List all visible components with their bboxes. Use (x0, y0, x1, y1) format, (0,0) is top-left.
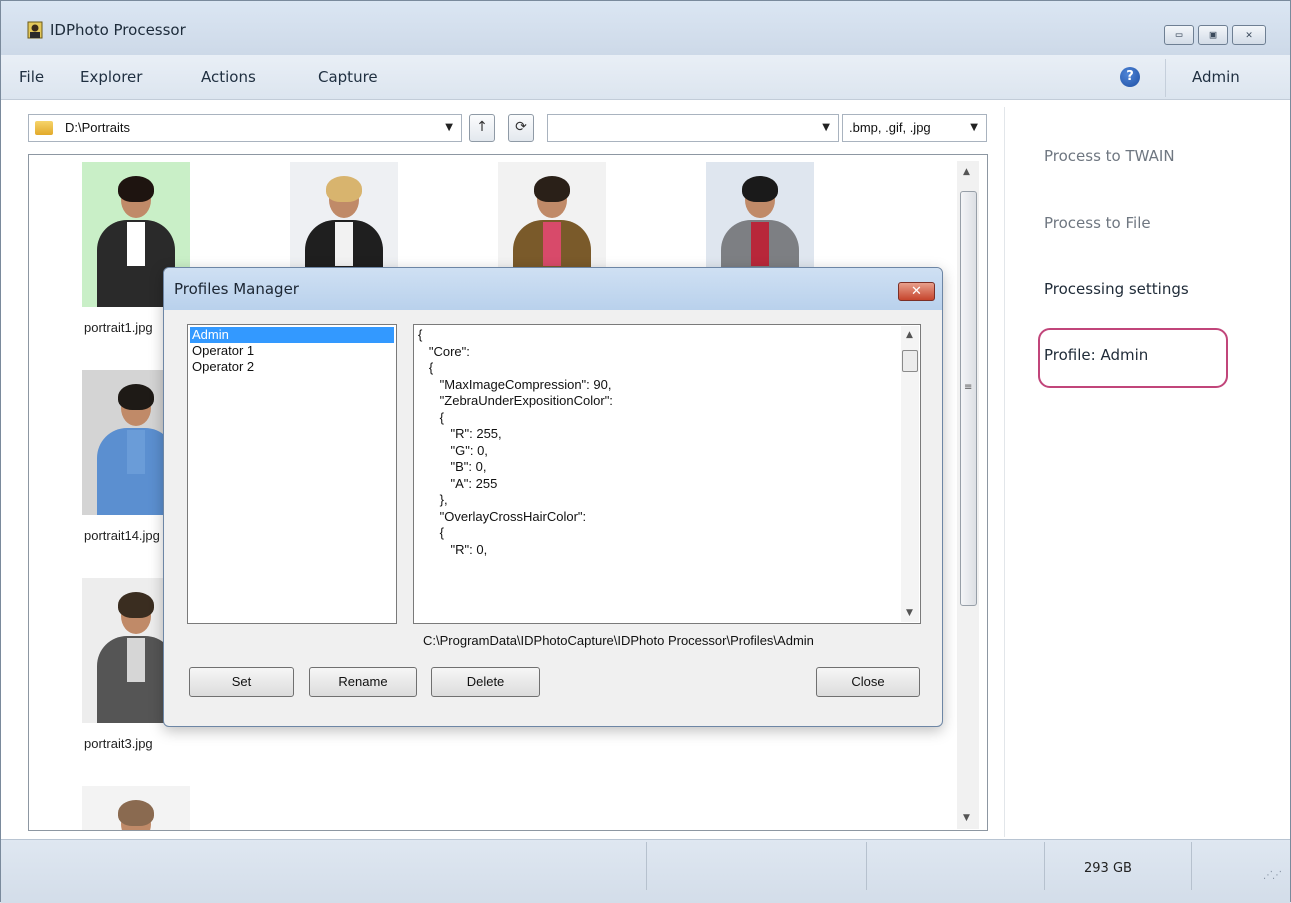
dialog-title: Profiles Manager (174, 280, 299, 298)
processing-settings-link[interactable]: Processing settings (1044, 280, 1189, 298)
portrait-hair (118, 176, 154, 202)
profile-path: C:\ProgramData\IDPhotoCapture\IDPhoto Pr… (423, 633, 814, 648)
profile-link[interactable]: Profile: Admin (1044, 346, 1148, 364)
dialog-close-icon[interactable]: ✕ (898, 282, 935, 301)
menu-divider (1165, 59, 1166, 97)
dialog-title-bar: Profiles Manager ✕ (164, 268, 942, 310)
filter-combo[interactable]: ▼ (547, 114, 839, 142)
json-scrollbar[interactable]: ▲ ▼ (901, 326, 919, 622)
portrait-shirt (127, 222, 145, 266)
scroll-down-icon[interactable]: ▼ (906, 608, 913, 618)
portrait-hair (118, 384, 154, 410)
portrait-hair (534, 176, 570, 202)
path-value: D:\Portraits (65, 120, 131, 135)
scroll-up-icon[interactable]: ▲ (906, 330, 913, 340)
scroll-down-icon[interactable]: ▼ (963, 813, 970, 823)
chevron-down-icon[interactable]: ▼ (970, 122, 978, 133)
scroll-up-icon[interactable]: ▲ (963, 167, 970, 177)
thumbnail-label: portrait14.jpg (84, 528, 160, 543)
portrait-shirt (751, 222, 769, 266)
profile-list[interactable]: Admin Operator 1 Operator 2 (187, 324, 397, 624)
user-menu[interactable]: Admin (1192, 68, 1240, 86)
menu-capture[interactable]: Capture (318, 68, 378, 86)
delete-button[interactable]: Delete (431, 667, 540, 697)
minimize-button[interactable]: ▭ (1164, 25, 1194, 45)
chevron-down-icon[interactable]: ▼ (822, 122, 830, 133)
portrait-hair (118, 592, 154, 618)
profile-json-text: { "Core": { "MaxImageCompression": 90, "… (418, 327, 613, 557)
portrait-hair (326, 176, 362, 202)
extension-value: .bmp, .gif, .jpg (849, 120, 931, 135)
portrait-shirt (543, 222, 561, 266)
up-folder-button[interactable]: ↑ (469, 114, 495, 142)
folder-icon (35, 121, 53, 135)
window-title: IDPhoto Processor (50, 21, 186, 39)
thumbnail-image[interactable] (82, 786, 190, 830)
menu-file[interactable]: File (19, 68, 44, 86)
profile-list-item-admin[interactable]: Admin (190, 327, 394, 343)
portrait-shirt (127, 430, 145, 474)
thumbnail-label: portrait1.jpg (84, 320, 153, 335)
portrait-hair (742, 176, 778, 202)
set-button[interactable]: Set (189, 667, 294, 697)
close-button[interactable]: Close (816, 667, 920, 697)
panel-divider (1004, 107, 1005, 837)
json-scrollbar-thumb[interactable] (902, 350, 918, 372)
title-bar: IDPhoto Processor ▭ ▣ ✕ (1, 1, 1290, 55)
menu-explorer[interactable]: Explorer (80, 68, 142, 86)
profile-json-editor[interactable]: { "Core": { "MaxImageCompression": 90, "… (413, 324, 921, 624)
app-window: IDPhoto Processor ▭ ▣ ✕ File Explorer Ac… (0, 0, 1291, 903)
chevron-down-icon[interactable]: ▼ (445, 122, 453, 133)
dialog-body: Admin Operator 1 Operator 2 { "Core": { … (169, 310, 937, 722)
close-window-button[interactable]: ✕ (1232, 25, 1266, 45)
profiles-manager-dialog: Profiles Manager ✕ Admin Operator 1 Oper… (163, 267, 943, 727)
thumbnail-label: portrait3.jpg (84, 736, 153, 751)
status-divider (866, 842, 867, 890)
status-bar: 293 GB ⋰⋰ (1, 839, 1290, 903)
grip-icon: ≡ (964, 382, 973, 393)
menu-bar: File Explorer Actions Capture (1, 55, 1290, 100)
disk-free-status: 293 GB (1084, 861, 1132, 876)
app-icon (27, 21, 43, 39)
process-to-twain-link[interactable]: Process to TWAIN (1044, 147, 1175, 165)
status-divider (1191, 842, 1192, 890)
portrait-shirt (335, 222, 353, 266)
refresh-button[interactable]: ⟳ (508, 114, 534, 142)
portrait-hair (118, 800, 154, 826)
resize-grip-icon[interactable]: ⋰⋰ (1263, 870, 1282, 881)
maximize-button[interactable]: ▣ (1198, 25, 1228, 45)
thumbnail-scrollbar[interactable]: ▲ ≡ ▼ (957, 161, 979, 829)
profile-list-item-operator-2[interactable]: Operator 2 (190, 359, 394, 375)
status-divider (646, 842, 647, 890)
portrait-shirt (127, 638, 145, 682)
profile-list-item-operator-1[interactable]: Operator 1 (190, 343, 394, 359)
status-divider (1044, 842, 1045, 890)
extension-combo[interactable]: .bmp, .gif, .jpg ▼ (842, 114, 987, 142)
path-combo[interactable]: D:\Portraits ▼ (28, 114, 462, 142)
menu-actions[interactable]: Actions (201, 68, 256, 86)
process-to-file-link[interactable]: Process to File (1044, 214, 1151, 232)
rename-button[interactable]: Rename (309, 667, 417, 697)
scrollbar-thumb[interactable]: ≡ (960, 191, 977, 606)
help-icon[interactable]: ? (1120, 67, 1140, 87)
